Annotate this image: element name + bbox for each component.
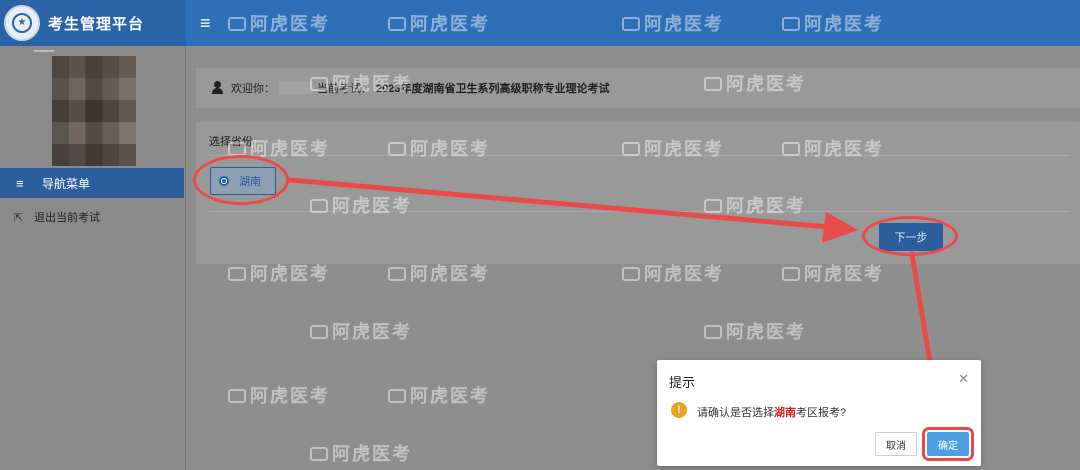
avatar — [52, 56, 136, 166]
watermark: 阿虎医考 — [388, 260, 490, 286]
watermark: 阿虎医考 — [704, 192, 806, 218]
annotation-circle-next — [862, 216, 958, 256]
watermark: 阿虎医考 — [228, 382, 330, 408]
confirm-button[interactable]: 确定 — [922, 427, 974, 461]
watermark: 阿虎医考 — [782, 260, 884, 286]
sidebar-item-label: 退出当前考试 — [34, 212, 100, 224]
cancel-button[interactable]: 取消 — [875, 432, 917, 456]
confirm-dialog: 提示 ✕ ! 请确认是否选择湖南考区报考? 取消 确定 — [657, 360, 981, 466]
dialog-message-prefix: 请确认是否选择 — [697, 407, 774, 419]
watermark: 阿虎医考 — [622, 10, 724, 36]
watermark: 阿虎医考 — [782, 10, 884, 36]
divider — [34, 50, 54, 52]
dialog-message-province: 湖南 — [774, 407, 796, 419]
dialog-message-suffix: 考区报考? — [796, 407, 847, 419]
watermark: 阿虎医考 — [310, 70, 412, 96]
app-logo: ★ — [4, 5, 40, 41]
external-link-icon: ⇱ — [14, 211, 24, 224]
watermark: 阿虎医考 — [388, 135, 490, 161]
warning-icon: ! — [671, 402, 687, 418]
brand: ★ 考生管理平台 — [0, 0, 186, 46]
dialog-title: 提示 — [669, 375, 696, 390]
app-title: 考生管理平台 — [48, 15, 145, 33]
nav-menu-header[interactable]: ≡ 导航菜单 — [0, 168, 184, 198]
close-icon[interactable]: ✕ — [958, 372, 969, 386]
list-icon: ≡ — [16, 175, 24, 191]
welcome-label: 欢迎你： — [231, 83, 275, 95]
watermark: 阿虎医考 — [388, 10, 490, 36]
menu-toggle-icon[interactable]: ≡ — [200, 13, 220, 33]
annotation-circle-province — [193, 155, 289, 205]
watermark: 阿虎医考 — [622, 135, 724, 161]
user-name-redacted — [279, 82, 313, 94]
watermark: 阿虎医考 — [310, 192, 412, 218]
nav-menu-label: 导航菜单 — [42, 176, 91, 191]
top-header: ★ 考生管理平台 ≡ — [0, 0, 1080, 46]
sidebar-item-exit-exam[interactable]: ⇱ 退出当前考试 — [0, 206, 184, 228]
sidebar: ≡ 导航菜单 ⇱ 退出当前考试 — [0, 46, 186, 470]
watermark: 阿虎医考 — [622, 260, 724, 286]
watermark: 阿虎医考 — [704, 318, 806, 344]
watermark: 阿虎医考 — [310, 440, 412, 466]
watermark: 阿虎医考 — [228, 10, 330, 36]
dialog-message: 请确认是否选择湖南考区报考? — [697, 404, 846, 420]
user-icon — [211, 81, 223, 95]
watermark: 阿虎医考 — [388, 382, 490, 408]
watermark: 阿虎医考 — [228, 260, 330, 286]
watermark: 阿虎医考 — [310, 318, 412, 344]
watermark: 阿虎医考 — [782, 135, 884, 161]
watermark: 阿虎医考 — [704, 70, 806, 96]
